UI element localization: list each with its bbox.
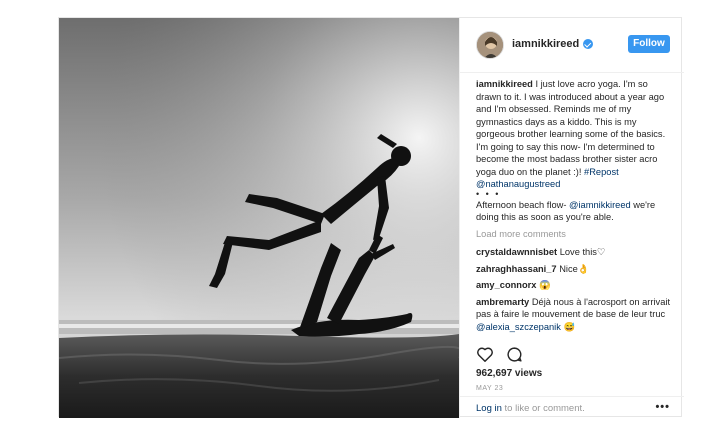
comment-text: Nice👌 bbox=[559, 263, 590, 274]
comment-icon[interactable] bbox=[506, 346, 523, 366]
caption-mention[interactable]: @nathanaugustreed bbox=[476, 179, 560, 189]
views-count[interactable]: 962,697 views bbox=[476, 368, 542, 379]
caption-hashtag[interactable]: #Repost bbox=[584, 167, 619, 177]
caption-text: I just love acro yoga. I'm so drawn to i… bbox=[476, 79, 666, 177]
acro-yoga-photo bbox=[59, 18, 459, 418]
action-bar bbox=[476, 346, 523, 366]
comment-user[interactable]: crystaldawnnisbet bbox=[476, 247, 557, 257]
comment-text: Love this♡ bbox=[559, 247, 606, 257]
comment-item: ambremarty Déjà nous à l'acrosport on ar… bbox=[476, 296, 672, 334]
comment-item: amy_connorx 😱 bbox=[476, 279, 672, 292]
heart-icon[interactable] bbox=[476, 346, 494, 366]
comment-mention[interactable]: @alexia_szczepanik bbox=[476, 322, 561, 332]
caption: iamnikkireed I just love acro yoga. I'm … bbox=[476, 78, 672, 224]
caption-text-2-pre: Afternoon beach flow- bbox=[476, 199, 567, 210]
login-prompt-text: to like or comment. bbox=[504, 403, 585, 414]
login-bar: Log in to like or comment. ••• bbox=[460, 396, 684, 418]
more-options-icon[interactable]: ••• bbox=[655, 402, 670, 413]
comment-user[interactable]: ambremarty bbox=[476, 297, 529, 307]
caption-author[interactable]: iamnikkireed bbox=[476, 79, 533, 89]
post-date[interactable]: MAY 23 bbox=[476, 385, 503, 392]
comment-user[interactable]: amy_connorx bbox=[476, 280, 536, 290]
comment-text: 😱 bbox=[539, 280, 551, 290]
post-header: iamnikkireed Follow bbox=[460, 18, 684, 73]
comment-user[interactable]: zahraghhassani_7 bbox=[476, 264, 557, 274]
load-more-comments[interactable]: Load more comments bbox=[476, 228, 672, 241]
login-prompt: Log in to like or comment. bbox=[476, 403, 585, 414]
header-username[interactable]: iamnikkireed bbox=[512, 38, 594, 50]
login-link[interactable]: Log in bbox=[476, 403, 502, 414]
post-photo[interactable] bbox=[59, 18, 459, 418]
follow-button[interactable]: Follow bbox=[628, 35, 670, 53]
comment-item: crystaldawnnisbet Love this♡ bbox=[476, 246, 672, 259]
caption-mention-2[interactable]: @iamnikkireed bbox=[569, 200, 631, 210]
post-sidebar: iamnikkireed Follow iamnikkireed I just … bbox=[459, 18, 684, 418]
caption-dots: • • • bbox=[476, 188, 501, 199]
comments-list: iamnikkireed I just love acro yoga. I'm … bbox=[476, 78, 672, 337]
comment-item: zahraghhassani_7 Nice👌 bbox=[476, 263, 672, 276]
comment-tail: 😅 bbox=[563, 321, 576, 332]
verified-badge-icon bbox=[583, 39, 594, 49]
username-text[interactable]: iamnikkireed bbox=[512, 38, 579, 50]
avatar[interactable] bbox=[476, 31, 504, 59]
instagram-post: iamnikkireed Follow iamnikkireed I just … bbox=[58, 17, 684, 418]
avatar-image bbox=[477, 32, 503, 58]
